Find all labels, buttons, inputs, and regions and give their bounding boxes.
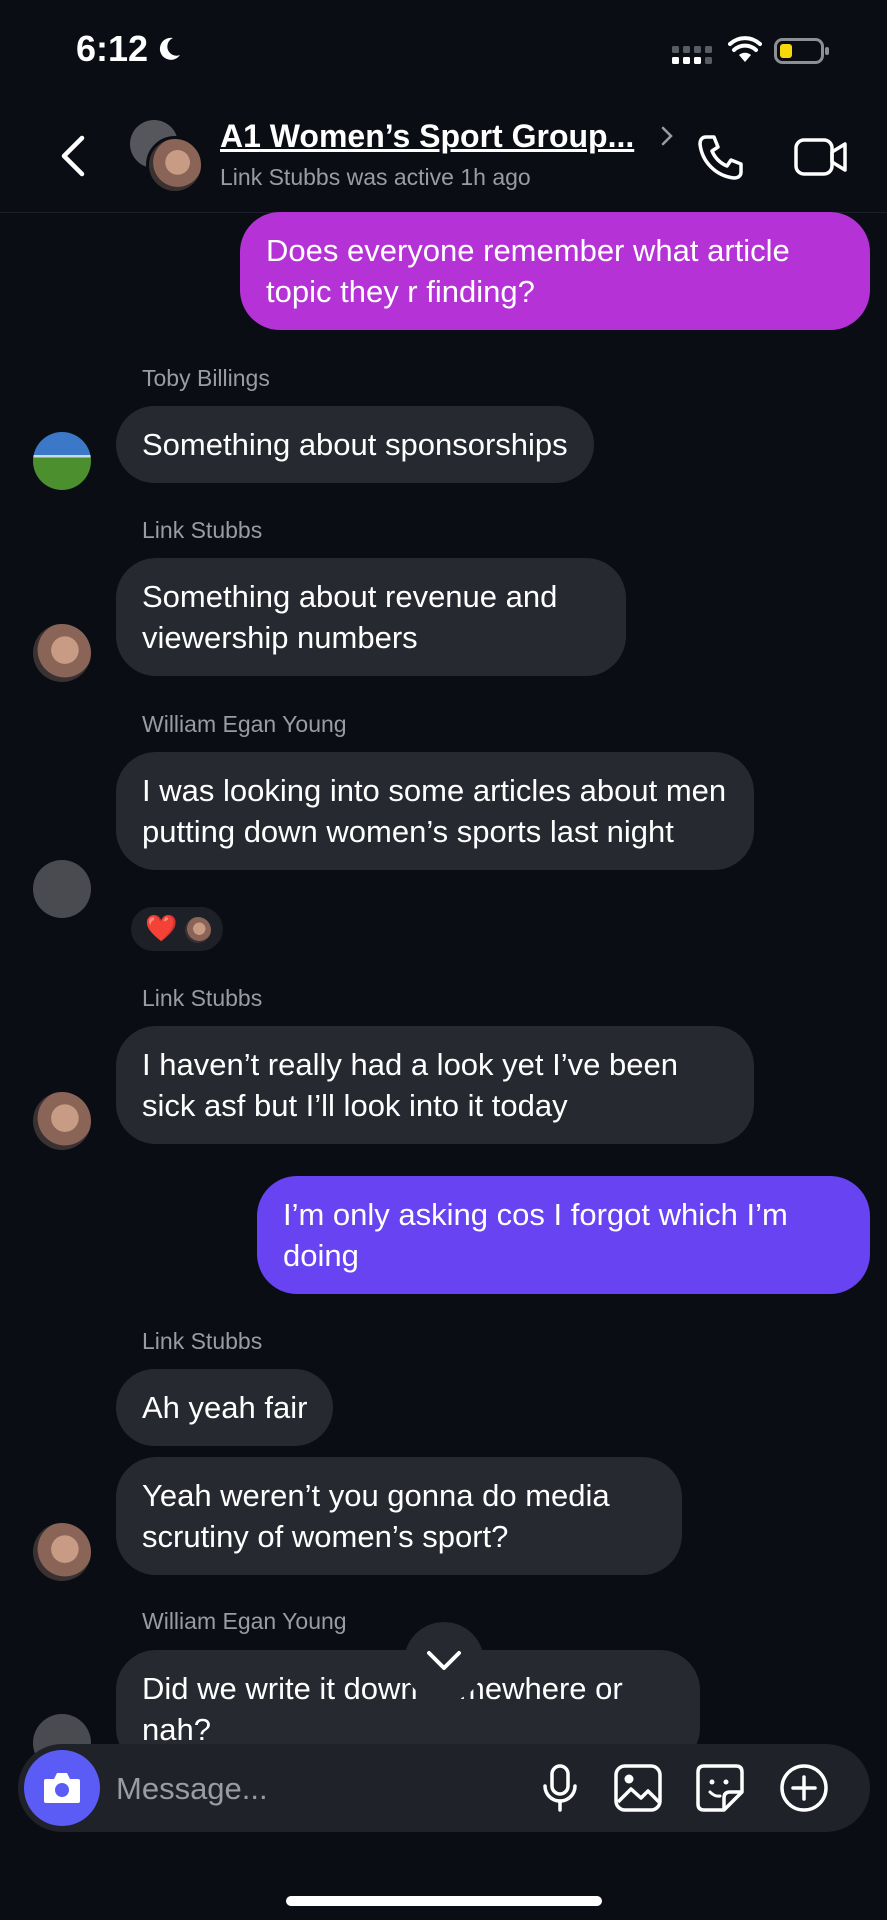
message-bubble-outgoing[interactable]: Does everyone remember what article topi… — [240, 212, 870, 330]
home-indicator[interactable] — [286, 1896, 602, 1906]
camera-icon — [44, 1773, 80, 1803]
chevron-right-icon — [661, 126, 673, 146]
avatar[interactable] — [33, 432, 91, 490]
battery-icon — [774, 38, 829, 64]
sender-name: Link Stubbs — [142, 1328, 263, 1354]
moon-icon — [159, 37, 180, 60]
avatar[interactable] — [33, 1523, 91, 1581]
sender-name: Link Stubbs — [142, 985, 263, 1011]
plus-icon[interactable] — [778, 1762, 830, 1814]
avatar[interactable] — [33, 860, 91, 918]
sticker-icon[interactable] — [694, 1762, 746, 1814]
reaction-badge[interactable]: ❤️ — [128, 904, 226, 954]
message-bubble-incoming[interactable]: Ah yeah fair — [116, 1369, 334, 1446]
signal-icon — [672, 46, 712, 64]
scroll-to-bottom-button[interactable] — [404, 1622, 484, 1702]
message-bubble-outgoing[interactable]: I’m only asking cos I forgot which I’m d… — [257, 1176, 870, 1294]
status-time: 6:12 — [76, 28, 149, 69]
message-bubble-incoming[interactable]: I was looking into some articles about m… — [116, 752, 754, 870]
sender-name: Toby Billings — [142, 365, 270, 391]
message-bubble-incoming[interactable]: Something about revenue and viewership n… — [116, 558, 626, 676]
heart-reaction-icon: ❤️ — [145, 913, 178, 943]
avatar[interactable] — [33, 1092, 91, 1150]
message-input[interactable] — [114, 1760, 518, 1818]
microphone-icon[interactable] — [534, 1762, 586, 1814]
wifi-icon — [728, 36, 762, 62]
sender-name: William Egan Young — [142, 1608, 347, 1634]
group-title[interactable]: A1 Women’s Sport Group... — [220, 118, 634, 155]
phone-icon[interactable] — [696, 132, 746, 182]
video-icon[interactable] — [794, 136, 848, 178]
message-bubble-incoming[interactable]: Yeah weren’t you gonna do media scrutiny… — [116, 1457, 682, 1575]
group-avatar[interactable] — [130, 120, 204, 194]
sender-name: William Egan Young — [142, 711, 347, 737]
image-icon[interactable] — [612, 1762, 664, 1814]
back-icon[interactable] — [58, 134, 88, 178]
reactor-avatar — [185, 917, 211, 943]
camera-button[interactable] — [24, 1750, 100, 1826]
active-status: Link Stubbs was active 1h ago — [220, 164, 531, 190]
sender-name: Link Stubbs — [142, 517, 263, 543]
chevron-down-icon — [427, 1651, 461, 1670]
message-bubble-incoming[interactable]: I haven’t really had a look yet I’ve bee… — [116, 1026, 754, 1144]
message-bubble-incoming[interactable]: Something about sponsorships — [116, 406, 594, 483]
avatar[interactable] — [33, 624, 91, 682]
